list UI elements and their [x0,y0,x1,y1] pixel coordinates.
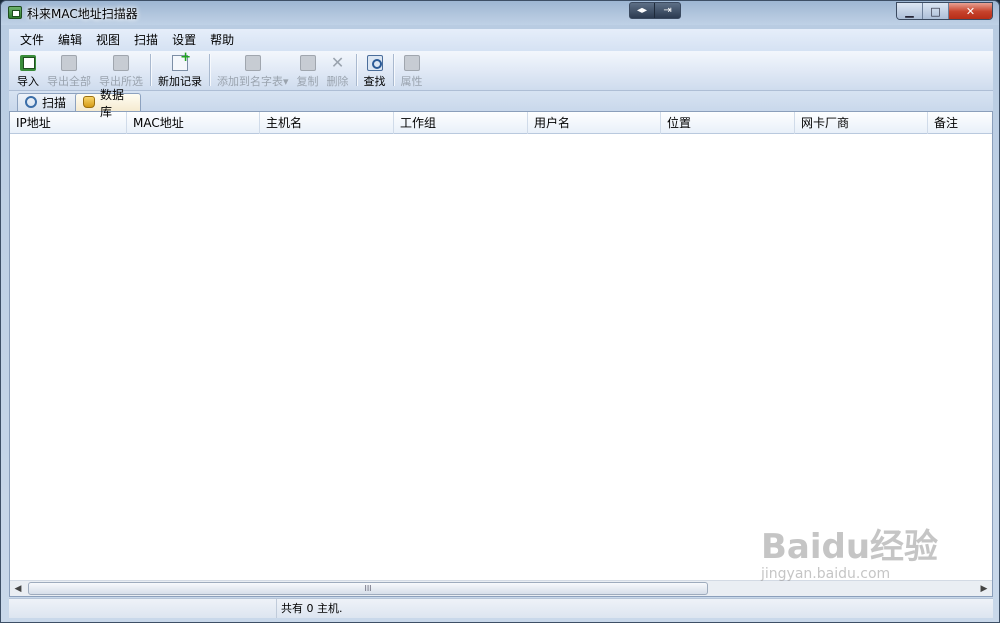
aux-buttons: ◂▸ ⇥ [629,2,681,19]
column-notes[interactable]: 备注 [928,112,992,134]
minimize-button[interactable]: ▁ [897,3,923,19]
app-window: 科来MAC地址扫描器 ◂▸ ⇥ ▁ □ ✕ 文件 编辑 视图 扫描 设置 帮助 … [0,0,1000,623]
delete-label: 删除 [326,75,349,88]
caption-buttons: ▁ □ ✕ [896,2,993,20]
toolbar-separator [392,54,394,86]
tab-strip: 扫描 数据库 [9,88,993,119]
find-icon [366,55,383,71]
copy-button[interactable]: 复制 [293,51,323,89]
title-bar[interactable]: 科来MAC地址扫描器 ◂▸ ⇥ ▁ □ ✕ [1,1,999,25]
database-icon [83,96,95,108]
toolbar-separator [150,54,151,86]
new-record-label: 新加记录 [158,75,202,88]
status-host-count: 共有 0 主机. [281,602,343,615]
toolbar-separator [209,54,210,86]
menu-help[interactable]: 帮助 [203,29,241,51]
export-all-button[interactable]: 导出全部 [43,51,95,89]
import-label: 导入 [17,75,39,88]
column-location[interactable]: 位置 [661,112,795,134]
toolbar: 导入 导出全部 导出所选 新加记录 添加到名字表▾ 复制 ✕ 删除 [9,50,993,91]
tab-database[interactable]: 数据库 [75,88,141,119]
delete-icon: ✕ [330,53,345,72]
column-workgroup[interactable]: 工作组 [394,112,528,134]
find-label: 查找 [363,75,386,88]
close-button[interactable]: ✕ [949,3,992,19]
horizontal-scrollbar[interactable]: ◀ III ▶ [10,580,992,596]
import-icon [20,55,36,71]
properties-button[interactable]: 属性 [397,51,427,89]
add-to-name-table-icon [244,55,261,71]
export-all-icon [61,55,77,71]
properties-label: 属性 [400,75,423,88]
magnifier-icon [25,96,37,108]
tab-scan-label: 扫描 [42,96,67,110]
host-table[interactable]: IP地址 MAC地址 主机名 工作组 用户名 位置 网卡厂商 备注 ◀ III … [9,111,993,597]
copy-icon [299,55,316,71]
menu-bar: 文件 编辑 视图 扫描 设置 帮助 [9,29,993,51]
table-header: IP地址 MAC地址 主机名 工作组 用户名 位置 网卡厂商 备注 [10,112,992,134]
export-selected-button[interactable]: 导出所选 [95,51,147,89]
tab-database-label: 数据库 [100,87,125,119]
import-button[interactable]: 导入 [13,51,43,89]
exit-icon[interactable]: ⇥ [655,3,680,18]
add-to-name-table-label: 添加到名字表▾ [217,75,289,88]
find-button[interactable]: 查找 [360,51,390,89]
column-username[interactable]: 用户名 [528,112,661,134]
menu-settings[interactable]: 设置 [165,29,203,51]
export-selected-icon [113,55,129,71]
delete-button[interactable]: ✕ 删除 [323,51,353,89]
add-to-name-table-button[interactable]: 添加到名字表▾ [213,51,293,89]
status-pane-left [9,599,277,618]
switch-icon[interactable]: ◂▸ [630,3,656,18]
column-nic-vendor[interactable]: 网卡厂商 [795,112,928,134]
maximize-button[interactable]: □ [923,3,949,19]
window-title: 科来MAC地址扫描器 [27,7,138,21]
export-all-label: 导出全部 [47,75,91,88]
scroll-left-icon[interactable]: ◀ [10,581,26,596]
scroll-right-icon[interactable]: ▶ [976,581,992,596]
menu-scan[interactable]: 扫描 [127,29,165,51]
menu-view[interactable]: 视图 [89,29,127,51]
column-mac-address[interactable]: MAC地址 [127,112,260,134]
new-record-button[interactable]: 新加记录 [154,50,206,89]
menu-edit[interactable]: 编辑 [51,29,89,51]
new-record-icon [172,50,191,71]
column-hostname[interactable]: 主机名 [260,112,394,134]
properties-icon [403,55,420,71]
status-bar: 共有 0 主机. [9,598,993,618]
scroll-thumb[interactable]: III [28,582,708,595]
menu-file[interactable]: 文件 [13,29,51,51]
copy-label: 复制 [296,75,319,88]
app-icon[interactable] [8,6,22,19]
toolbar-separator [355,54,357,86]
